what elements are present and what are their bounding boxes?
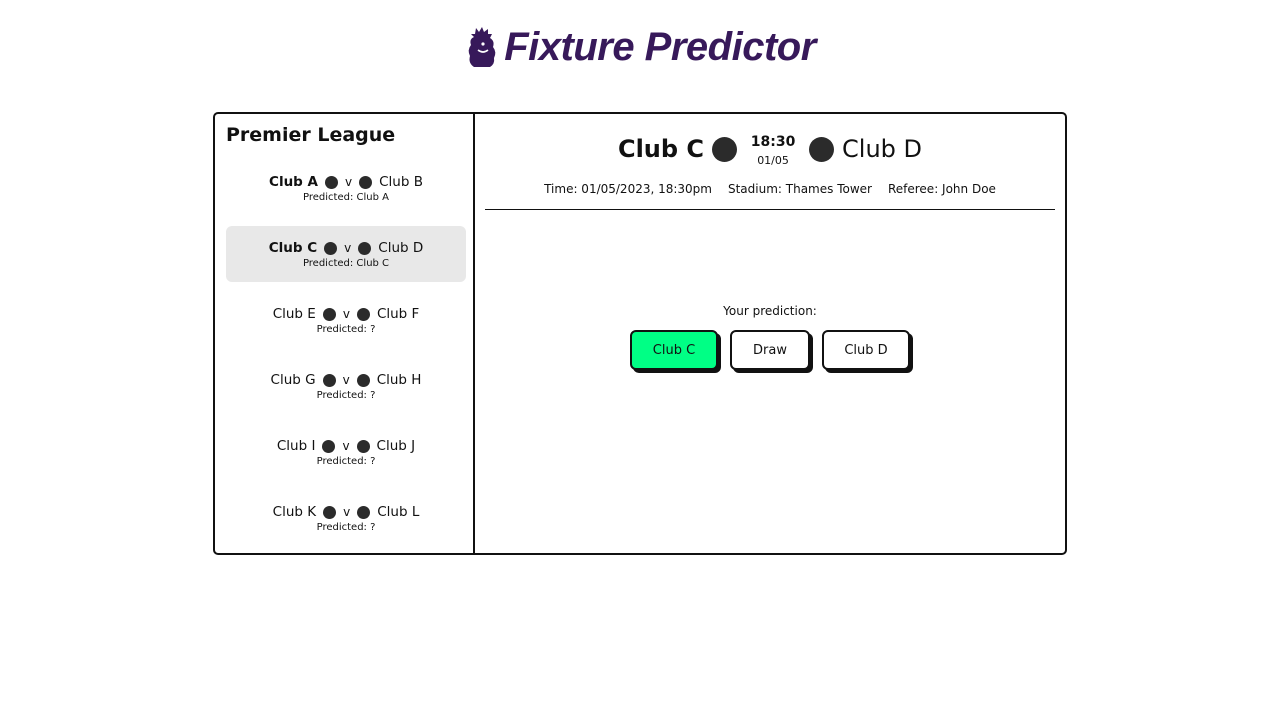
fixture-home-team: Club E [272, 306, 316, 322]
predict-home-button[interactable]: Club C [630, 330, 718, 370]
fixture-prediction: Predicted: Club A [303, 192, 389, 203]
fixture-home-team: Club I [276, 438, 316, 454]
fixtures-sidebar: Premier League Club A v Club B Predicted… [215, 114, 475, 553]
fixture-item-selected[interactable]: Club C v Club D Predicted: Club C [226, 226, 466, 282]
fixture-away-team: Club H [376, 372, 422, 388]
away-crest-icon [358, 241, 372, 255]
match-referee-info: Referee: John Doe [887, 181, 996, 196]
match-detail: Club C 18:30 01/05 Club D Time: 01/05/20… [475, 114, 1065, 553]
fixture-teams: Club C v Club D [269, 239, 424, 257]
away-crest-icon [357, 505, 371, 519]
home-team: Club C [617, 135, 738, 163]
home-team-name: Club C [617, 135, 705, 163]
fixture-teams: Club I v Club J [277, 437, 415, 455]
versus-label: v [342, 307, 350, 321]
fixture-home-team: Club A [269, 174, 318, 190]
fixture-home-team: Club K [272, 504, 317, 520]
away-crest-icon [809, 136, 835, 162]
versus-label: v [342, 373, 350, 387]
fixture-home-team: Club G [270, 372, 316, 388]
app-title: Fixture Predictor [504, 24, 816, 69]
away-crest-icon [359, 175, 373, 189]
fixture-teams: Club A v Club B [269, 173, 423, 191]
fixture-list: Club A v Club B Predicted: Club A Club C… [226, 160, 466, 546]
kickoff-time: 18:30 [750, 133, 796, 150]
fixture-prediction: Predicted: ? [316, 390, 376, 401]
predict-draw-button[interactable]: Draw [730, 330, 810, 370]
home-crest-icon [322, 373, 336, 387]
away-team: Club D [809, 135, 922, 163]
versus-label: v [343, 505, 351, 519]
fixture-prediction: Predicted: ? [316, 522, 376, 533]
fixture-prediction: Predicted: ? [316, 324, 376, 335]
home-crest-icon [325, 175, 338, 189]
fixture-away-team: Club F [376, 306, 420, 322]
fixture-item[interactable]: Club A v Club B Predicted: Club A [226, 160, 466, 216]
home-crest-icon [323, 505, 337, 519]
away-crest-icon [356, 307, 370, 321]
fixture-teams: Club G v Club H [271, 371, 422, 389]
home-crest-icon [322, 307, 336, 321]
versus-label: v [345, 175, 353, 189]
fixture-item[interactable]: Club K v Club L Predicted: ? [226, 490, 466, 546]
away-crest-icon [356, 439, 370, 453]
predictor-panel: Premier League Club A v Club B Predicted… [213, 112, 1067, 555]
match-time-info: Time: 01/05/2023, 18:30pm [544, 181, 712, 196]
kickoff-date: 01/05 [757, 153, 789, 167]
fixture-teams: Club E v Club F [273, 305, 420, 323]
match-header: Club C 18:30 01/05 Club D [485, 124, 1055, 174]
fixture-prediction: Predicted: ? [316, 456, 376, 467]
lion-crest-icon [468, 27, 496, 67]
app-header: Fixture Predictor [0, 24, 1280, 70]
versus-label: v [344, 241, 352, 255]
prediction-label: Your prediction: [723, 304, 817, 318]
predict-away-button[interactable]: Club D [822, 330, 910, 370]
fixture-home-team: Club C [268, 240, 318, 256]
match-stadium-info: Stadium: Thames Tower [727, 181, 872, 196]
home-crest-icon [324, 241, 338, 255]
fixture-away-team: Club J [376, 438, 416, 454]
home-crest-icon [322, 439, 336, 453]
fixture-teams: Club K v Club L [273, 503, 420, 521]
match-info: Time: 01/05/2023, 18:30pm Stadium: Thame… [485, 176, 1055, 210]
away-crest-icon [356, 373, 370, 387]
fixture-away-team: Club D [378, 240, 424, 256]
fixture-item[interactable]: Club I v Club J Predicted: ? [226, 424, 466, 480]
fixture-away-team: Club B [379, 174, 423, 190]
away-team-name: Club D [842, 135, 923, 163]
league-title: Premier League [226, 124, 396, 146]
fixture-item[interactable]: Club G v Club H Predicted: ? [226, 358, 466, 414]
kickoff: 18:30 01/05 [750, 132, 796, 167]
fixture-item[interactable]: Club E v Club F Predicted: ? [226, 292, 466, 348]
fixture-prediction: Predicted: Club C [302, 258, 390, 269]
home-crest-icon [712, 136, 738, 162]
versus-label: v [342, 439, 350, 453]
prediction-options: Club C Draw Club D [630, 330, 910, 370]
prediction-section: Your prediction: Club C Draw Club D [475, 304, 1065, 370]
fixture-away-team: Club L [377, 504, 420, 520]
